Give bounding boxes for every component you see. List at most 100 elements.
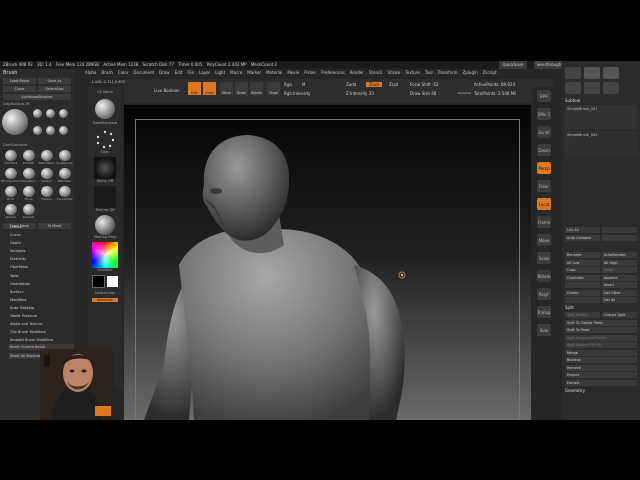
rgb-intensity-slider[interactable]: Rgb Intensity bbox=[284, 91, 311, 96]
boolean-section[interactable]: Boolean bbox=[565, 357, 637, 363]
scale-button[interactable]: Scale bbox=[235, 82, 248, 95]
lightbox-brushes-button[interactable]: Lightbox▸Brushes bbox=[3, 94, 71, 100]
frame-button[interactable]: Frame bbox=[537, 216, 551, 228]
transp-button[interactable]: Transp bbox=[537, 306, 551, 318]
section-samples[interactable]: Samples bbox=[10, 247, 53, 255]
menu-transform[interactable]: Transform bbox=[438, 69, 458, 77]
subtool-item-1[interactable]: SimpleBrush_001 bbox=[565, 105, 637, 129]
zsub-button[interactable]: Zsub bbox=[366, 82, 382, 87]
split-unmasked-button[interactable]: Split Unmasked Points bbox=[565, 334, 637, 341]
section-auto-masking[interactable]: Auto Masking bbox=[10, 304, 53, 312]
split-hidden-button[interactable]: Split Hidden bbox=[565, 312, 600, 318]
list-all-button[interactable]: List All bbox=[565, 227, 600, 233]
persp-button[interactable]: Persp bbox=[537, 162, 551, 174]
all-low-button[interactable]: All Low bbox=[565, 259, 600, 266]
brush-smooth-2[interactable]: Smooth bbox=[21, 204, 36, 219]
clone-button[interactable]: Clone bbox=[3, 86, 36, 92]
split-to-parts-button[interactable]: Split To Parts bbox=[565, 327, 637, 333]
save-as-button[interactable]: Save As bbox=[38, 78, 71, 84]
section-alpha-texture[interactable]: Alpha and Texture bbox=[10, 320, 53, 328]
menu-color[interactable]: Color bbox=[118, 69, 128, 77]
brush-trimdynamic[interactable]: TrimDynamic bbox=[1, 168, 20, 183]
section-twist[interactable]: Twist bbox=[10, 272, 53, 280]
zcut-button[interactable]: Zcut bbox=[389, 82, 398, 87]
edit-button[interactable]: Edit bbox=[188, 82, 201, 95]
section-fibermesh[interactable]: FiberMesh bbox=[10, 263, 53, 271]
tool-thumb-cylinder[interactable] bbox=[565, 82, 581, 94]
local-button[interactable]: Local bbox=[537, 198, 551, 210]
select-also-button[interactable]: SelectAlso bbox=[38, 86, 71, 92]
section-depth[interactable]: Depth bbox=[10, 239, 53, 247]
all-high-button[interactable]: All High bbox=[602, 259, 637, 266]
menu-draw[interactable]: Draw bbox=[159, 69, 169, 77]
material-selector[interactable]: MatCap Gray bbox=[92, 215, 118, 239]
bpr-button[interactable]: BPR bbox=[537, 90, 551, 102]
quicksave-button[interactable]: QuickSave bbox=[499, 61, 527, 69]
rotate-view-button[interactable]: Rotate bbox=[537, 270, 551, 282]
focal-shift-slider[interactable]: Focal Shift -52 bbox=[410, 82, 439, 87]
m-button[interactable]: M bbox=[302, 82, 305, 87]
color-swatches[interactable] bbox=[92, 275, 118, 288]
menu-alpha[interactable]: Alpha bbox=[85, 69, 96, 77]
tool-thumb-polymesh[interactable] bbox=[584, 82, 600, 94]
menu-material[interactable]: Material bbox=[266, 69, 282, 77]
zoom-button[interactable]: Zoom bbox=[537, 144, 551, 156]
menu-file[interactable]: File bbox=[187, 69, 194, 77]
section-modifiers[interactable]: Modifiers bbox=[10, 296, 53, 304]
brush-damstandard[interactable] bbox=[58, 109, 69, 124]
section-elasticity[interactable]: Elasticity bbox=[10, 255, 53, 263]
rename-button[interactable]: Rename bbox=[565, 252, 600, 258]
menu-brush[interactable]: Brush bbox=[101, 69, 113, 77]
rgb-button[interactable]: Rgb bbox=[284, 82, 292, 87]
menu-preferences[interactable]: Preferences bbox=[321, 69, 345, 77]
brush-inflate[interactable] bbox=[32, 126, 43, 141]
brush-move[interactable] bbox=[45, 126, 56, 141]
scroll-button[interactable]: Scroll bbox=[537, 126, 551, 138]
split-masked-button[interactable]: Split Masked Points bbox=[565, 342, 637, 348]
remesh-section[interactable]: Remesh bbox=[565, 364, 637, 371]
menu-tool[interactable]: Tool bbox=[425, 69, 433, 77]
tool-thumb-star[interactable] bbox=[603, 82, 619, 94]
brush-hpolish[interactable]: hPolish bbox=[39, 168, 54, 183]
section-curve[interactable]: Curve bbox=[10, 231, 53, 239]
tool-thumb-pm3d-simplebrush[interactable] bbox=[603, 67, 619, 79]
extract-section[interactable]: Extract bbox=[565, 379, 637, 386]
color-picker[interactable]: Gradient bbox=[92, 242, 118, 272]
brush-standard[interactable]: Standard bbox=[3, 150, 18, 165]
delete-button[interactable]: Delete bbox=[565, 289, 600, 296]
draw-button[interactable]: Draw bbox=[203, 82, 216, 95]
zadd-button[interactable]: Zadd bbox=[346, 82, 356, 87]
auto-collapse-button[interactable]: Auto Collapse bbox=[565, 234, 600, 241]
duplicate-button[interactable]: Duplicate bbox=[565, 274, 600, 281]
menu-render[interactable]: Render bbox=[350, 69, 364, 77]
menu-movie[interactable]: Movie bbox=[287, 69, 299, 77]
brush-selectrect[interactable]: SelectRect bbox=[39, 150, 54, 165]
geometry-section[interactable]: Geometry bbox=[562, 388, 640, 393]
section-orientation[interactable]: Orientation bbox=[10, 280, 53, 288]
split-to-similar-parts-button[interactable]: Split To Similar Parts bbox=[565, 319, 637, 326]
menu-zplugin[interactable]: Zplugin bbox=[463, 69, 478, 77]
autoreorder-button[interactable]: AutoReorder bbox=[602, 252, 637, 258]
scale-view-button[interactable]: Scale bbox=[537, 252, 551, 264]
secondary-color-swatch[interactable] bbox=[92, 275, 105, 288]
section-clip-brush-modifiers[interactable]: Clip Brush Modifiers bbox=[10, 328, 53, 336]
menu-document[interactable]: Document bbox=[133, 69, 154, 77]
menu-light[interactable]: Light bbox=[215, 69, 225, 77]
current-brush-thumbnail[interactable] bbox=[2, 109, 28, 135]
section-surface[interactable]: Surface bbox=[10, 288, 53, 296]
menu-marker[interactable]: Marker bbox=[247, 69, 261, 77]
section-tablet-pressure[interactable]: Tablet Pressure bbox=[10, 312, 53, 320]
spix-slider[interactable]: SPix 3 bbox=[537, 108, 551, 120]
brush-smooth[interactable]: Smooth bbox=[21, 150, 36, 165]
mrgb-button[interactable]: Mrgb bbox=[267, 82, 280, 95]
sculpt-model[interactable] bbox=[124, 105, 531, 420]
load-brush-button[interactable]: Load Brush bbox=[3, 78, 36, 84]
insert-button[interactable]: Insert bbox=[602, 282, 637, 288]
brush-selector[interactable]: DamStandard bbox=[92, 97, 118, 125]
tool-thumb-pm3d-nameless[interactable] bbox=[584, 67, 600, 79]
subtool-item-2[interactable]: SimpleBrush_002 bbox=[565, 131, 637, 155]
rotate-button[interactable]: Rotate bbox=[250, 82, 263, 95]
live-boolean-button[interactable]: Live Boolean bbox=[154, 88, 180, 93]
brush-zmodeler[interactable]: ZModeler bbox=[57, 168, 72, 183]
brush-movetopo[interactable]: MoveTopo bbox=[21, 168, 36, 183]
